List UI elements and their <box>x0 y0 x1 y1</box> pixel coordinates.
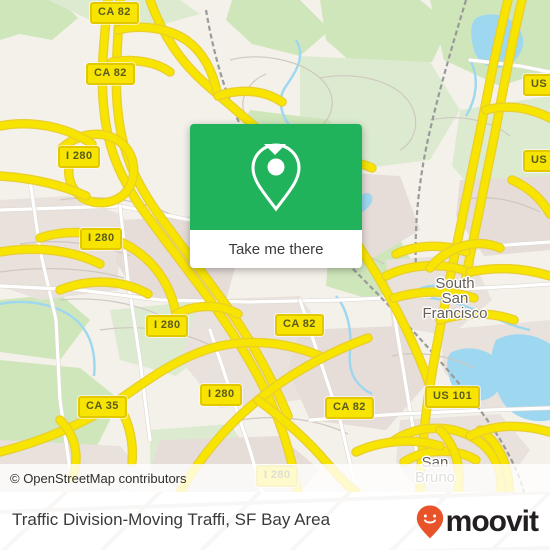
road-shield-i280: I 280 <box>146 315 189 337</box>
moovit-wordmark: moovit <box>445 505 539 538</box>
moovit-pin-smiley-icon <box>416 505 443 539</box>
map-screenshot: .park { fill:#cfe6bb; } .park2 { fill:#d… <box>0 0 550 550</box>
road-shield-ca82: CA 82 <box>86 63 135 85</box>
road-shield-i280: I 280 <box>200 384 243 406</box>
attribution-text: © OpenStreetMap contributors <box>10 470 187 486</box>
road-shield-ca82: CA 82 <box>275 314 324 336</box>
footer-bar: Traffic Division-Moving Traffi, SF Bay A… <box>0 492 550 550</box>
map-canvas[interactable]: .park { fill:#cfe6bb; } .park2 { fill:#d… <box>0 0 550 492</box>
road-shield-i280: I 280 <box>80 228 123 250</box>
map-attribution: © OpenStreetMap contributors <box>0 464 550 492</box>
road-shield-i280: I 280 <box>58 146 101 168</box>
moovit-logo[interactable]: moovit <box>416 505 539 539</box>
page-title: Traffic Division-Moving Traffi, SF Bay A… <box>12 510 331 529</box>
road-shield-us1: US 1 <box>523 74 550 96</box>
road-shield-us101: US 101 <box>425 386 481 408</box>
road-shield-ca82: CA 82 <box>90 2 139 24</box>
take-me-there-label: Take me there <box>228 240 324 258</box>
road-shield-ca35: CA 35 <box>78 396 127 418</box>
popup-image-area <box>190 124 362 230</box>
road-shield-ca82: CA 82 <box>325 397 374 419</box>
popup-action-bar[interactable]: Take me there <box>190 230 362 268</box>
road-shield-us1: US 1 <box>523 150 550 172</box>
popup-pointer-tail <box>264 144 286 155</box>
